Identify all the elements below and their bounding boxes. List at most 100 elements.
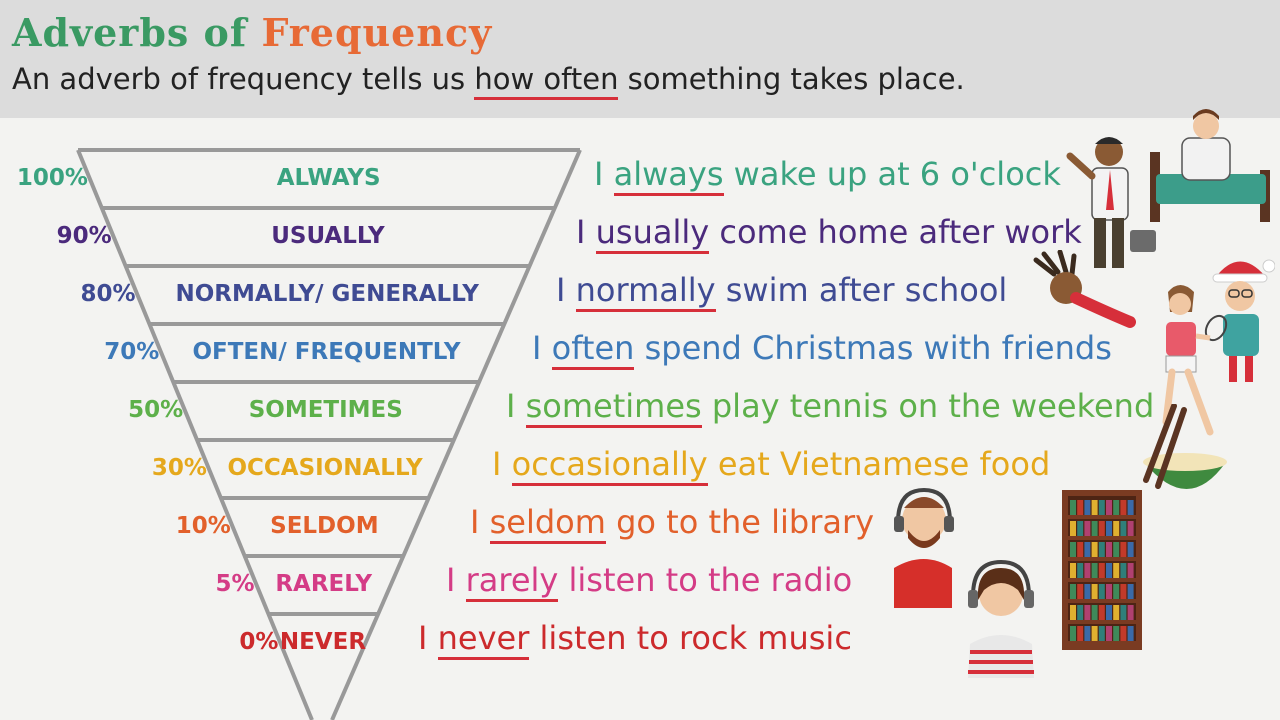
book-spine bbox=[1070, 605, 1076, 620]
book-spine bbox=[1091, 605, 1098, 620]
example-rest: eat Vietnamese food bbox=[707, 445, 1051, 483]
book-spine bbox=[1106, 584, 1112, 599]
book-spine bbox=[1120, 521, 1127, 536]
book-spine bbox=[1077, 626, 1084, 641]
book-spine bbox=[1113, 500, 1120, 515]
example-sentence: I occasionally eat Vietnamese food bbox=[492, 445, 1051, 486]
book-spine bbox=[1084, 500, 1091, 515]
book-spine bbox=[1098, 542, 1105, 557]
book-spine bbox=[1084, 605, 1091, 620]
example-subject: I bbox=[470, 503, 490, 541]
shelf-plank bbox=[1068, 641, 1136, 645]
book-spine bbox=[1084, 626, 1091, 641]
book-spine bbox=[1070, 521, 1076, 536]
example-adverb: often bbox=[551, 329, 635, 370]
adverb-label: SOMETIMES bbox=[248, 397, 403, 423]
book-spine bbox=[1120, 626, 1127, 641]
example-subject: I bbox=[418, 619, 438, 657]
book-spine bbox=[1127, 584, 1134, 599]
shelf-plank bbox=[1068, 557, 1136, 561]
book-spine bbox=[1098, 626, 1105, 641]
example-adverb: rarely bbox=[465, 561, 559, 602]
shelf-plank bbox=[1068, 620, 1136, 624]
shelf-plank bbox=[1068, 599, 1136, 603]
example-subject: I bbox=[594, 155, 614, 193]
example-rest: go to the library bbox=[605, 503, 875, 541]
adverb-label: OFTEN/ FREQUENTLY bbox=[192, 339, 461, 365]
book-spine bbox=[1070, 542, 1076, 557]
book-spine bbox=[1113, 626, 1120, 641]
example-adverb: seldom bbox=[489, 503, 606, 544]
example-rest: wake up at 6 o'clock bbox=[723, 155, 1061, 193]
book-spine bbox=[1077, 500, 1084, 515]
example-rest: come home after work bbox=[709, 213, 1082, 251]
book-spine bbox=[1106, 500, 1112, 515]
book-spine bbox=[1127, 521, 1134, 536]
example-sentence: I sometimes play tennis on the weekend bbox=[506, 387, 1154, 428]
example-subject: I bbox=[532, 329, 552, 367]
book-spine bbox=[1084, 584, 1091, 599]
example-sentence: I rarely listen to the radio bbox=[446, 561, 853, 602]
book-spine bbox=[1120, 500, 1127, 515]
book-spine bbox=[1127, 542, 1134, 557]
noodle-bowl-with-chopsticks-icon bbox=[1143, 404, 1227, 489]
book-spine bbox=[1127, 626, 1134, 641]
example-subject: I bbox=[446, 561, 466, 599]
book-spine bbox=[1084, 563, 1091, 578]
book-spine bbox=[1106, 521, 1112, 536]
book-spine bbox=[1113, 521, 1120, 536]
example-subject: I bbox=[492, 445, 512, 483]
percent-label: 100% bbox=[16, 165, 88, 191]
shelf-plank bbox=[1068, 578, 1136, 582]
example-sentence: I always wake up at 6 o'clock bbox=[594, 155, 1061, 196]
book-spine bbox=[1091, 563, 1098, 578]
book-spine bbox=[1098, 584, 1105, 599]
example-adverb: occasionally bbox=[511, 445, 708, 486]
book-spine bbox=[1098, 605, 1105, 620]
book-spine bbox=[1091, 626, 1098, 641]
book-spine bbox=[1091, 521, 1098, 536]
book-spine bbox=[1113, 584, 1120, 599]
man-with-headphones-icon bbox=[894, 487, 954, 608]
book-spine bbox=[1106, 605, 1112, 620]
book-spine bbox=[1106, 563, 1112, 578]
waking-man-in-bed-icon bbox=[1150, 109, 1270, 222]
book-spine bbox=[1113, 542, 1120, 557]
example-rest: listen to rock music bbox=[529, 619, 852, 657]
book-spine bbox=[1070, 626, 1076, 641]
book-spine bbox=[1084, 521, 1091, 536]
example-subject: I bbox=[576, 213, 596, 251]
book-spine bbox=[1070, 563, 1076, 578]
book-spine bbox=[1077, 605, 1084, 620]
book-spine bbox=[1077, 563, 1084, 578]
example-subject: I bbox=[556, 271, 576, 309]
example-sentence: I normally swim after school bbox=[556, 271, 1007, 312]
book-spine bbox=[1077, 584, 1084, 599]
bookshelf-icon bbox=[1062, 490, 1142, 650]
example-subject: I bbox=[506, 387, 526, 425]
example-sentence: I often spend Christmas with friends bbox=[532, 329, 1112, 370]
book-spine bbox=[1120, 542, 1127, 557]
book-spine bbox=[1127, 500, 1134, 515]
book-spine bbox=[1084, 542, 1091, 557]
example-sentence: I seldom go to the library bbox=[470, 503, 875, 544]
book-spine bbox=[1077, 542, 1084, 557]
book-spine bbox=[1106, 626, 1112, 641]
adverb-label: USUALLY bbox=[271, 223, 385, 249]
example-adverb: sometimes bbox=[525, 387, 702, 428]
adverb-label: ALWAYS bbox=[276, 165, 381, 191]
book-spine bbox=[1098, 521, 1105, 536]
book-spine bbox=[1070, 584, 1076, 599]
book-spine bbox=[1113, 605, 1120, 620]
book-spine bbox=[1113, 563, 1120, 578]
book-spine bbox=[1120, 563, 1127, 578]
book-spine bbox=[1127, 563, 1134, 578]
book-spine bbox=[1098, 563, 1105, 578]
example-rest: listen to the radio bbox=[558, 561, 853, 599]
book-spine bbox=[1091, 542, 1098, 557]
book-spine bbox=[1091, 584, 1098, 599]
adverb-label: NORMALLY/ GENERALLY bbox=[175, 281, 479, 307]
book-spine bbox=[1106, 542, 1112, 557]
shelf-plank bbox=[1068, 536, 1136, 540]
example-adverb: usually bbox=[595, 213, 710, 254]
